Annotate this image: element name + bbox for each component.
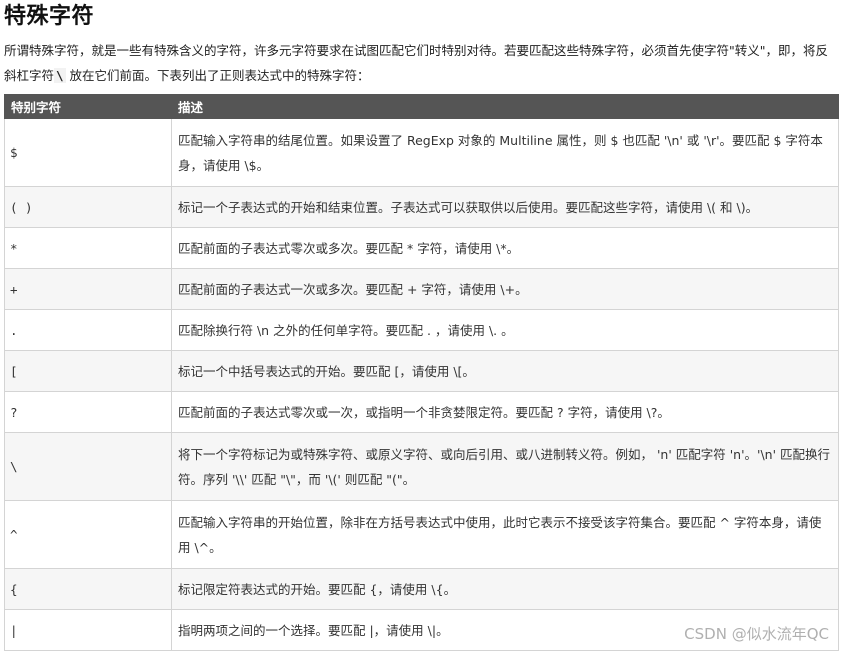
- table-row: . 匹配除换行符 \n 之外的任何单字符。要匹配 . ，请使用 \. 。: [4, 309, 839, 351]
- description-cell: 标记限定符表达式的开始。要匹配 {，请使用 \{。: [171, 568, 839, 610]
- article-page: 特殊字符 所谓特殊字符，就是一些有特殊含义的字符，许多元字符要求在试图匹配它们时…: [0, 0, 843, 652]
- header-symbol: 特别字符: [4, 94, 172, 119]
- intro-paragraph: 所谓特殊字符，就是一些有特殊含义的字符，许多元字符要求在试图匹配它们时特别对待。…: [4, 38, 839, 88]
- symbol-cell: {: [4, 568, 172, 610]
- symbol-cell: ?: [4, 391, 172, 433]
- intro-text-part2: 放在它们前面。下表列出了正则表达式中的特殊字符：: [65, 68, 370, 83]
- description-cell: 匹配前面的子表达式零次或多次。要匹配 * 字符，请使用 \*。: [171, 227, 839, 269]
- page-title: 特殊字符: [4, 4, 95, 29]
- table-header-row: 特别字符 描述: [4, 94, 839, 119]
- symbol-cell: \: [4, 432, 172, 501]
- table-row: + 匹配前面的子表达式一次或多次。要匹配 + 字符，请使用 \+。: [4, 268, 839, 310]
- description-cell: 匹配前面的子表达式零次或一次，或指明一个非贪婪限定符。要匹配 ? 字符，请使用 …: [171, 391, 839, 433]
- description-cell: 标记一个子表达式的开始和结束位置。子表达式可以获取供以后使用。要匹配这些字符，请…: [171, 186, 839, 228]
- table-row: ^ 匹配输入字符串的开始位置，除非在方括号表达式中使用，此时它表示不接受该字符集…: [4, 500, 839, 569]
- description-cell: 匹配前面的子表达式一次或多次。要匹配 + 字符，请使用 \+。: [171, 268, 839, 310]
- table-row: [ 标记一个中括号表达式的开始。要匹配 [，请使用 \[。: [4, 350, 839, 392]
- description-cell: 匹配输入字符串的结尾位置。如果设置了 RegExp 对象的 Multiline …: [171, 118, 839, 187]
- description-cell: 匹配除换行符 \n 之外的任何单字符。要匹配 . ，请使用 \. 。: [171, 309, 839, 351]
- csdn-watermark: CSDN @似水流年QC: [684, 625, 829, 643]
- table-row: * 匹配前面的子表达式零次或多次。要匹配 * 字符，请使用 \*。: [4, 227, 839, 269]
- table-row: { 标记限定符表达式的开始。要匹配 {，请使用 \{。: [4, 568, 839, 610]
- symbol-cell: +: [4, 268, 172, 310]
- symbol-cell: |: [4, 609, 172, 651]
- special-chars-table: 特别字符 描述 $ 匹配输入字符串的结尾位置。如果设置了 RegExp 对象的 …: [4, 94, 839, 651]
- symbol-cell: ^: [4, 500, 172, 569]
- description-cell: 将下一个字符标记为或特殊字符、或原义字符、或向后引用、或八进制转义符。例如， '…: [171, 432, 839, 501]
- symbol-cell: [: [4, 350, 172, 392]
- description-cell: 标记一个中括号表达式的开始。要匹配 [，请使用 \[。: [171, 350, 839, 392]
- table-row: ( ) 标记一个子表达式的开始和结束位置。子表达式可以获取供以后使用。要匹配这些…: [4, 186, 839, 228]
- header-description: 描述: [171, 94, 839, 119]
- symbol-cell: $: [4, 118, 172, 187]
- symbol-cell: *: [4, 227, 172, 269]
- table-row: $ 匹配输入字符串的结尾位置。如果设置了 RegExp 对象的 Multilin…: [4, 118, 839, 187]
- backslash-code: \: [54, 68, 66, 83]
- symbol-cell: ( ): [4, 186, 172, 228]
- symbol-cell: .: [4, 309, 172, 351]
- description-cell: 匹配输入字符串的开始位置，除非在方括号表达式中使用，此时它表示不接受该字符集合。…: [171, 500, 839, 569]
- table-row: \ 将下一个字符标记为或特殊字符、或原义字符、或向后引用、或八进制转义符。例如，…: [4, 432, 839, 501]
- table-row: ? 匹配前面的子表达式零次或一次，或指明一个非贪婪限定符。要匹配 ? 字符，请使…: [4, 391, 839, 433]
